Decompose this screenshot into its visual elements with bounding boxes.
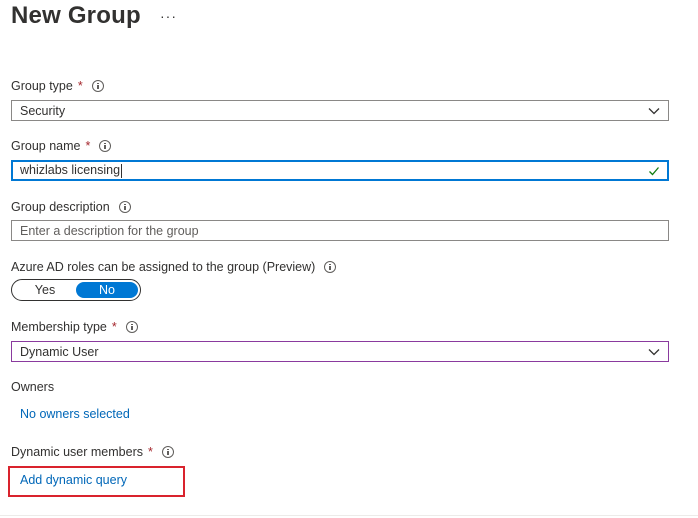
azure-ad-roles-label: Azure AD roles can be assigned to the gr… [11, 260, 337, 274]
dynamic-members-label-text: Dynamic user members [11, 445, 143, 459]
owners-label-text: Owners [11, 380, 55, 394]
group-type-label: Group type * [11, 79, 104, 93]
toggle-option-yes[interactable]: Yes [14, 282, 76, 298]
azure-ad-roles-label-text: Azure AD roles can be assigned to the gr… [11, 260, 316, 274]
dynamic-members-label: Dynamic user members * [11, 445, 174, 459]
group-name-label: Group name * [11, 139, 112, 153]
group-name-input[interactable]: whizlabs licensing [11, 160, 669, 181]
divider [0, 515, 698, 516]
owners-label: Owners [11, 380, 54, 394]
required-marker: * [147, 445, 153, 459]
group-description-label-text: Group description [11, 200, 110, 214]
group-type-label-text: Group type [11, 79, 73, 93]
azure-ad-roles-toggle[interactable]: Yes No [11, 279, 141, 301]
info-icon[interactable] [118, 201, 131, 213]
group-type-value: Security [20, 103, 66, 118]
checkmark-icon [649, 166, 659, 175]
required-marker: * [111, 320, 117, 334]
chevron-down-icon [648, 348, 660, 355]
membership-type-dropdown[interactable]: Dynamic User [11, 341, 669, 362]
required-marker: * [77, 79, 83, 93]
group-description-placeholder: Enter a description for the group [20, 223, 199, 238]
group-name-value: whizlabs licensing [20, 163, 648, 178]
more-options-icon[interactable]: ··· [160, 8, 177, 24]
info-icon[interactable] [324, 261, 337, 273]
chevron-down-icon [648, 107, 660, 114]
page-title: New Group [11, 2, 141, 29]
group-type-dropdown[interactable]: Security [11, 100, 669, 121]
membership-type-label: Membership type * [11, 320, 138, 334]
membership-type-value: Dynamic User [20, 344, 99, 359]
required-marker: * [85, 139, 91, 153]
no-owners-selected-link[interactable]: No owners selected [20, 407, 130, 421]
membership-type-label-text: Membership type [11, 320, 107, 334]
info-icon[interactable] [161, 446, 174, 458]
info-icon[interactable] [125, 321, 138, 333]
info-icon[interactable] [99, 140, 112, 152]
toggle-option-no[interactable]: No [76, 282, 138, 298]
group-name-text: whizlabs licensing [20, 163, 121, 178]
text-caret [121, 163, 123, 178]
group-description-input[interactable]: Enter a description for the group [11, 220, 669, 241]
info-icon[interactable] [91, 80, 104, 92]
group-name-label-text: Group name [11, 139, 81, 153]
group-description-label: Group description [11, 200, 131, 214]
add-dynamic-query-link[interactable]: Add dynamic query [20, 473, 127, 487]
